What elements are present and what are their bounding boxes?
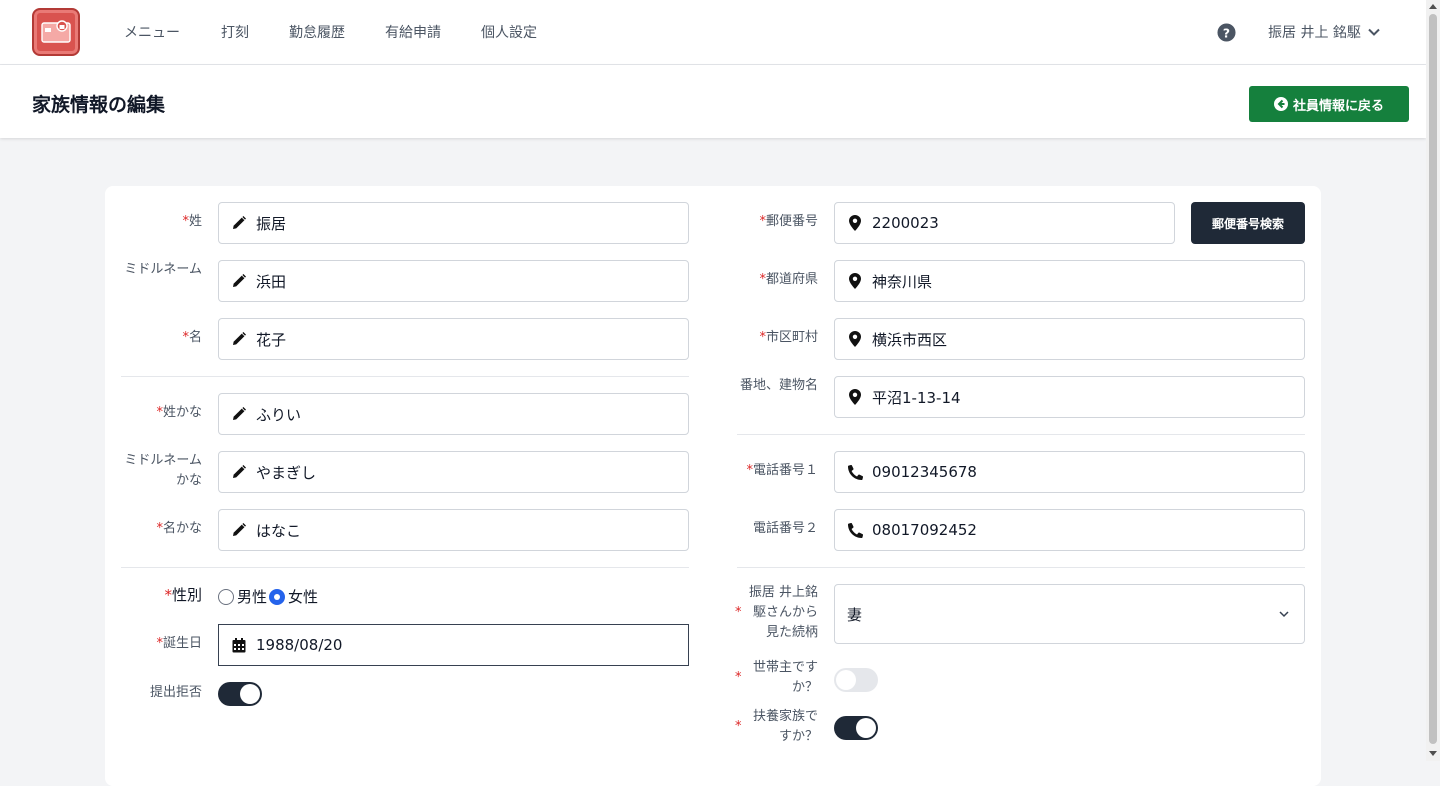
arrow-circle-left-icon	[1273, 97, 1288, 111]
refuse-submit-label: 提出拒否	[149, 685, 202, 700]
last-name-kana-field[interactable]: ふりい	[218, 393, 689, 435]
dependent-label: * 扶養家族ですか？	[735, 709, 818, 744]
svg-text:?: ?	[1223, 26, 1230, 40]
map-pin-icon	[847, 215, 863, 231]
page-header: 家族情報の編集 社員情報に戻る	[0, 65, 1426, 138]
refuse-submit-toggle[interactable]	[218, 682, 262, 706]
pencil-icon	[231, 406, 247, 422]
birthday-label: *誕生日	[156, 636, 202, 651]
chevron-down-icon	[1368, 28, 1380, 36]
scroll-up-icon[interactable]	[1429, 4, 1437, 9]
gender-male-label[interactable]: 男性	[237, 586, 267, 607]
phone1-label: *電話番号１	[746, 463, 818, 478]
dependent-toggle[interactable]	[834, 716, 878, 740]
last-name-label: *姓	[182, 214, 202, 229]
divider	[121, 567, 689, 568]
household-head-label: * 世帯主ですか？	[735, 660, 818, 695]
toggle-knob	[856, 718, 876, 738]
city-field[interactable]: 横浜市西区	[834, 318, 1305, 360]
birthday-value: 1988/08/20	[256, 636, 343, 654]
pencil-icon	[231, 464, 247, 480]
pencil-icon	[231, 215, 247, 231]
help-icon[interactable]: ?	[1217, 23, 1236, 46]
phone2-value: 08017092452	[872, 521, 977, 539]
city-value: 横浜市西区	[872, 330, 948, 349]
last-name-value: 振居	[256, 214, 287, 233]
household-head-toggle[interactable]	[834, 668, 878, 692]
nav-personal-settings[interactable]: 個人設定	[481, 22, 537, 42]
birthday-field[interactable]: 1988/08/20	[218, 624, 689, 666]
relation-value: 妻	[847, 605, 863, 624]
gender-radio-group: 男性 女性	[218, 586, 318, 607]
relation-label: * 振居 井上銘駆さんから見た続柄	[735, 585, 818, 640]
pencil-icon	[231, 522, 247, 538]
phone1-value: 09012345678	[872, 463, 977, 481]
gender-label: *性別	[164, 586, 202, 604]
last-name-field[interactable]: 振居	[218, 202, 689, 244]
nav-menu[interactable]: メニュー	[124, 22, 180, 42]
phone2-field[interactable]: 08017092452	[834, 509, 1305, 551]
address-field[interactable]: 平沼1-13-14	[834, 376, 1305, 418]
postal-search-button[interactable]: 郵便番号検索	[1191, 202, 1305, 244]
map-pin-icon	[847, 389, 863, 405]
page-scrollbar[interactable]	[1426, 0, 1440, 761]
prefecture-value: 神奈川県	[872, 272, 933, 291]
pencil-icon	[231, 331, 247, 347]
map-pin-icon	[847, 331, 863, 347]
phone-icon	[847, 522, 863, 538]
pencil-icon	[231, 273, 247, 289]
first-name-label: *名	[182, 330, 202, 345]
prefecture-field[interactable]: 神奈川県	[834, 260, 1305, 302]
user-name: 振居 井上 銘駆	[1268, 25, 1361, 41]
scroll-down-icon[interactable]	[1429, 751, 1437, 756]
middle-name-kana-label: ミドルネームかな	[124, 453, 202, 488]
nav-clock-in[interactable]: 打刻	[221, 22, 249, 42]
postal-code-label: *郵便番号	[759, 214, 818, 229]
divider	[737, 567, 1305, 568]
city-label: *市区町村	[759, 330, 818, 345]
middle-name-value: 浜田	[256, 272, 287, 291]
first-name-field[interactable]: 花子	[218, 318, 689, 360]
divider	[121, 376, 689, 377]
nav-attendance-history[interactable]: 勤怠履歴	[289, 22, 345, 42]
app-logo[interactable]	[32, 8, 80, 56]
chevron-down-icon	[1279, 611, 1289, 618]
phone2-label: 電話番号２	[752, 521, 818, 536]
first-name-kana-field[interactable]: はなこ	[218, 509, 689, 551]
relation-select[interactable]: 妻	[834, 584, 1305, 644]
nav-paid-leave[interactable]: 有給申請	[385, 22, 441, 42]
gender-female-label[interactable]: 女性	[288, 586, 318, 607]
address-value: 平沼1-13-14	[872, 388, 961, 407]
toggle-knob	[836, 670, 856, 690]
middle-name-kana-value: やまぎし	[256, 463, 317, 482]
divider	[737, 434, 1305, 435]
back-to-employee-button[interactable]: 社員情報に戻る	[1249, 86, 1409, 122]
phone-icon	[847, 464, 863, 480]
last-name-kana-value: ふりい	[256, 405, 302, 424]
user-menu[interactable]: 振居 井上 銘駆	[1268, 22, 1381, 42]
phone1-field[interactable]: 09012345678	[834, 451, 1305, 493]
address-label: 番地、建物名	[740, 378, 819, 393]
calendar-icon	[231, 637, 247, 653]
scrollbar-thumb[interactable]	[1429, 14, 1437, 744]
card-lock-icon	[41, 20, 71, 43]
map-pin-icon	[847, 273, 863, 289]
top-navbar: メニュー 打刻 勤怠履歴 有給申請 個人設定 ? 振居 井上 銘駆	[0, 0, 1426, 65]
last-name-kana-label: *姓かな	[156, 405, 202, 420]
page-title: 家族情報の編集	[32, 94, 166, 116]
middle-name-field[interactable]: 浜田	[218, 260, 689, 302]
postal-code-value: 2200023	[872, 214, 939, 232]
first-name-kana-value: はなこ	[256, 521, 302, 540]
first-name-kana-label: *名かな	[156, 521, 202, 536]
gender-female-radio[interactable]	[269, 588, 286, 605]
first-name-value: 花子	[256, 330, 287, 349]
gender-male-radio[interactable]	[218, 588, 234, 605]
postal-code-field[interactable]: 2200023	[834, 202, 1175, 244]
middle-name-label: ミドルネーム	[124, 262, 202, 277]
middle-name-kana-field[interactable]: やまぎし	[218, 451, 689, 493]
toggle-knob	[240, 684, 260, 704]
back-button-label: 社員情報に戻る	[1292, 98, 1384, 114]
prefecture-label: *都道府県	[759, 272, 818, 287]
